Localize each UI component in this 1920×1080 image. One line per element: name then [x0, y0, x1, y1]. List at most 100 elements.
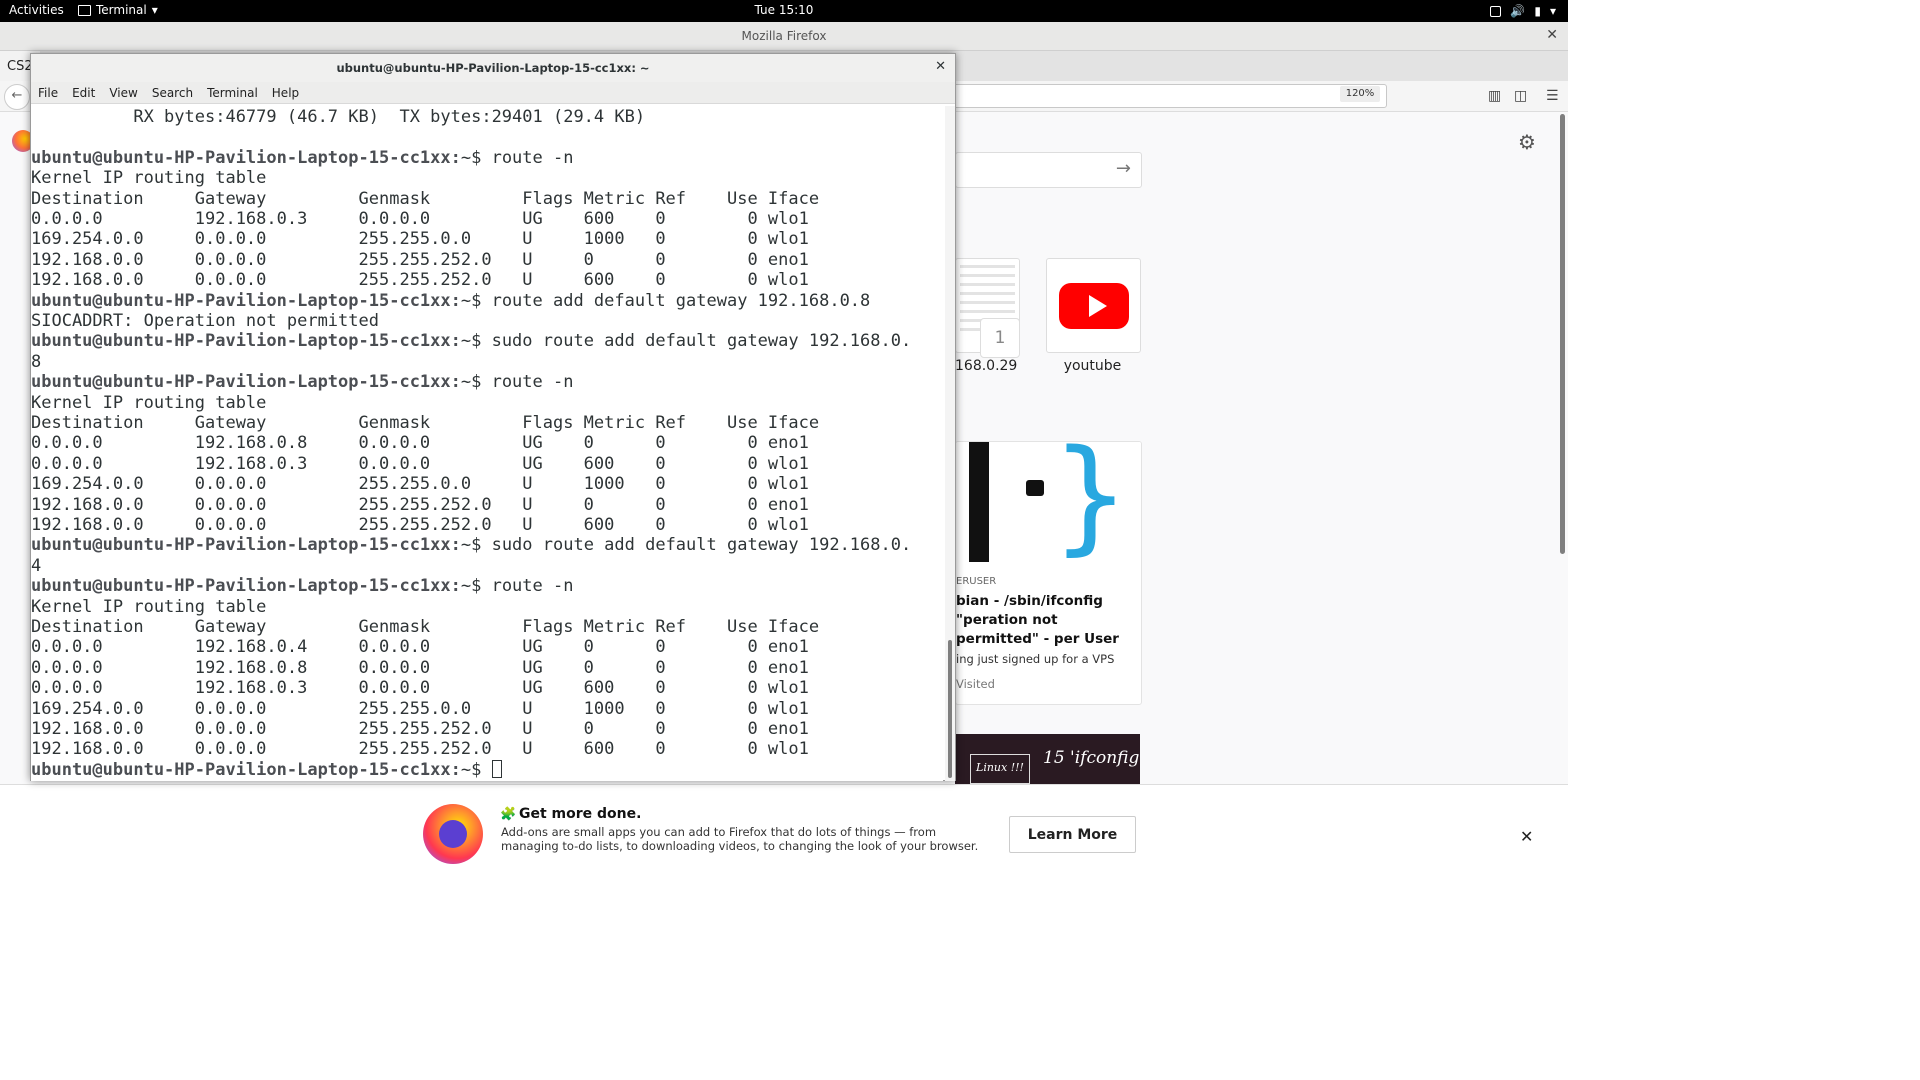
terminal-output-line: RX bytes:46779 (46.7 KB) TX bytes:29401 … — [31, 107, 646, 127]
terminal-command-line: ubuntu@ubuntu-HP-Pavilion-Laptop-15-cc1x… — [31, 291, 870, 311]
highlight-badge: Linux !!! — [970, 754, 1030, 784]
highlight-title: bian - /sbin/ifconfig "peration not perm… — [956, 593, 1119, 647]
youtube-icon — [1059, 283, 1129, 329]
back-button[interactable]: ← — [4, 84, 30, 110]
shell-prompt: ubuntu@ubuntu-HP-Pavilion-Laptop-15-cc1x… — [31, 290, 461, 311]
addon-notification: 🧩 Get more done. Add-ons are small apps … — [0, 784, 1568, 883]
menu-terminal[interactable]: Terminal — [207, 86, 258, 100]
terminal-command-line: ubuntu@ubuntu-HP-Pavilion-Laptop-15-cc1x… — [31, 331, 911, 351]
terminal-output-line: 192.168.0.0 0.0.0.0 255.255.252.0 U 600 … — [31, 739, 809, 760]
menu-view[interactable]: View — [109, 86, 137, 100]
zoom-indicator[interactable]: 120% — [1340, 86, 1380, 102]
highlight-thumbnail: } — [956, 442, 1141, 562]
menu-edit[interactable]: Edit — [72, 86, 95, 100]
terminal-titlebar[interactable]: ubuntu@ubuntu-HP-Pavilion-Laptop-15-cc1x… — [31, 54, 955, 83]
terminal-output-line: 192.168.0.0 0.0.0.0 255.255.252.0 U 600 … — [31, 270, 809, 291]
visited-label: Visited — [956, 677, 995, 691]
window-title: Mozilla Firefox — [741, 29, 827, 43]
terminal-command-line: ubuntu@ubuntu-HP-Pavilion-Laptop-15-cc1x… — [31, 535, 911, 555]
terminal-command-line: ubuntu@ubuntu-HP-Pavilion-Laptop-15-cc1x… — [31, 372, 573, 392]
tile-badge: 1 — [980, 318, 1020, 358]
terminal-output-line: 169.254.0.0 0.0.0.0 255.255.0.0 U 1000 0… — [31, 698, 809, 719]
close-icon[interactable]: ✕ — [1546, 27, 1558, 43]
menu-file[interactable]: File — [38, 86, 58, 100]
top-site-label[interactable]: youtube — [1046, 358, 1139, 374]
learn-more-button[interactable]: Learn More — [1009, 816, 1136, 853]
terminal-menubar: File Edit View Search Terminal Help — [31, 82, 955, 104]
firefox-logo-icon — [423, 804, 483, 864]
terminal-output-line: 0.0.0.0 192.168.0.3 0.0.0.0 UG 600 0 0 w… — [31, 453, 809, 474]
top-site-label[interactable]: 168.0.29 — [955, 358, 1017, 374]
terminal-output-line: 0.0.0.0 192.168.0.8 0.0.0.0 UG 0 0 0 eno… — [31, 433, 809, 454]
terminal-output-line: Kernel IP routing table — [31, 168, 267, 189]
library-icon[interactable]: ▥ — [1488, 88, 1501, 104]
notification-heading: Get more done. — [519, 806, 642, 822]
battery-icon: ▮ — [1534, 4, 1541, 18]
shell-prompt: ubuntu@ubuntu-HP-Pavilion-Laptop-15-cc1x… — [31, 372, 461, 393]
sidebar-icon[interactable]: ◫ — [1514, 88, 1527, 104]
close-icon[interactable]: ✕ — [1520, 827, 1533, 846]
terminal-output[interactable]: RX bytes:46779 (46.7 KB) TX bytes:29401 … — [31, 106, 943, 781]
terminal-command-line: ubuntu@ubuntu-HP-Pavilion-Laptop-15-cc1x… — [31, 576, 573, 596]
terminal-output-line: Destination Gateway Genmask Flags Metric… — [31, 188, 820, 209]
url-bar[interactable] — [930, 84, 1387, 108]
volume-icon: 🔊 — [1510, 4, 1526, 18]
terminal-output-line: SIOCADDRT: Operation not permitted — [31, 311, 379, 331]
shell-prompt: ubuntu@ubuntu-HP-Pavilion-Laptop-15-cc1x… — [31, 576, 461, 597]
window-icon — [1490, 5, 1502, 17]
terminal-title: ubuntu@ubuntu-HP-Pavilion-Laptop-15-cc1x… — [336, 61, 650, 75]
arrow-right-icon[interactable]: → — [1116, 158, 1131, 179]
terminal-output-line: 169.254.0.0 0.0.0.0 255.255.0.0 U 1000 0… — [31, 229, 809, 250]
command-text: ~$ sudo route add default gateway 192.16… — [460, 535, 912, 556]
terminal-scrollbar[interactable] — [945, 106, 955, 781]
shell-prompt: ubuntu@ubuntu-HP-Pavilion-Laptop-15-cc1x… — [31, 331, 461, 352]
terminal-output-line: Kernel IP routing table — [31, 596, 267, 617]
gear-icon[interactable]: ⚙ — [1518, 130, 1536, 154]
terminal-output-line: 0.0.0.0 192.168.0.8 0.0.0.0 UG 0 0 0 eno… — [31, 657, 809, 678]
menu-search[interactable]: Search — [152, 86, 193, 100]
close-icon[interactable]: ✕ — [935, 59, 946, 74]
text-cursor — [491, 759, 502, 778]
clock[interactable]: Tue 15:10 — [0, 3, 1568, 17]
notification-body: Add-ons are small apps you can add to Fi… — [501, 825, 979, 853]
shell-prompt: ubuntu@ubuntu-HP-Pavilion-Laptop-15-cc1x… — [31, 147, 461, 168]
terminal-output-line: Destination Gateway Genmask Flags Metric… — [31, 413, 820, 433]
firefox-titlebar: Mozilla Firefox ✕ — [0, 22, 1568, 51]
system-tray[interactable]: 🔊 ▮ ▾ — [1490, 4, 1556, 18]
command-text: ~$ route -n — [460, 147, 574, 168]
command-text: ~$ — [460, 759, 492, 780]
terminal-output-line: 0.0.0.0 192.168.0.4 0.0.0.0 UG 0 0 0 eno… — [31, 637, 809, 658]
terminal-output-line: 0.0.0.0 192.168.0.3 0.0.0.0 UG 600 0 0 w… — [31, 209, 809, 229]
terminal-output-line: 4 — [31, 555, 42, 576]
highlight-card[interactable]: } ERUSER bian - /sbin/ifconfig "peration… — [955, 441, 1142, 705]
shell-prompt: ubuntu@ubuntu-HP-Pavilion-Laptop-15-cc1x… — [31, 535, 461, 556]
terminal-window[interactable]: ubuntu@ubuntu-HP-Pavilion-Laptop-15-cc1x… — [30, 53, 956, 781]
terminal-output-line: 192.168.0.0 0.0.0.0 255.255.252.0 U 0 0 … — [31, 719, 809, 739]
menu-icon[interactable]: ☰ — [1546, 88, 1559, 104]
terminal-output-line: 0.0.0.0 192.168.0.3 0.0.0.0 UG 600 0 0 w… — [31, 678, 809, 699]
command-text: ~$ sudo route add default gateway 192.16… — [460, 331, 912, 352]
terminal-output-line: Destination Gateway Genmask Flags Metric… — [31, 617, 820, 637]
page-scrollbar[interactable] — [1558, 112, 1568, 784]
top-bar: Activities Terminal ▾ Tue 15:10 🔊 ▮ ▾ — [0, 0, 1568, 22]
shell-prompt: ubuntu@ubuntu-HP-Pavilion-Laptop-15-cc1x… — [31, 759, 461, 780]
highlight-source: ERUSER — [956, 576, 997, 587]
terminal-command-line: ubuntu@ubuntu-HP-Pavilion-Laptop-15-cc1x… — [31, 759, 502, 780]
terminal-output-line: 192.168.0.0 0.0.0.0 255.255.252.0 U 0 0 … — [31, 494, 809, 515]
terminal-output-line: 192.168.0.0 0.0.0.0 255.255.252.0 U 600 … — [31, 515, 809, 535]
highlight-title: 15 'ifconfig — [1043, 748, 1140, 768]
terminal-output-line: 8 — [31, 351, 42, 372]
terminal-output-line: 169.254.0.0 0.0.0.0 255.255.0.0 U 1000 0… — [31, 474, 809, 495]
highlight-description: ing just signed up for a VPS — [956, 652, 1115, 666]
command-text: ~$ route -n — [460, 372, 574, 393]
search-box[interactable]: → — [955, 152, 1142, 188]
command-text: ~$ route -n — [460, 576, 574, 597]
terminal-output-line: Kernel IP routing table — [31, 392, 267, 413]
terminal-command-line: ubuntu@ubuntu-HP-Pavilion-Laptop-15-cc1x… — [31, 148, 573, 168]
top-site-youtube[interactable] — [1046, 258, 1141, 353]
chevron-down-icon: ▾ — [1549, 4, 1556, 18]
terminal-output-line: 192.168.0.0 0.0.0.0 255.255.252.0 U 0 0 … — [31, 249, 809, 270]
command-text: ~$ route add default gateway 192.168.0.8 — [460, 290, 871, 311]
puzzle-icon: 🧩 — [500, 807, 517, 822]
menu-help[interactable]: Help — [272, 86, 299, 100]
